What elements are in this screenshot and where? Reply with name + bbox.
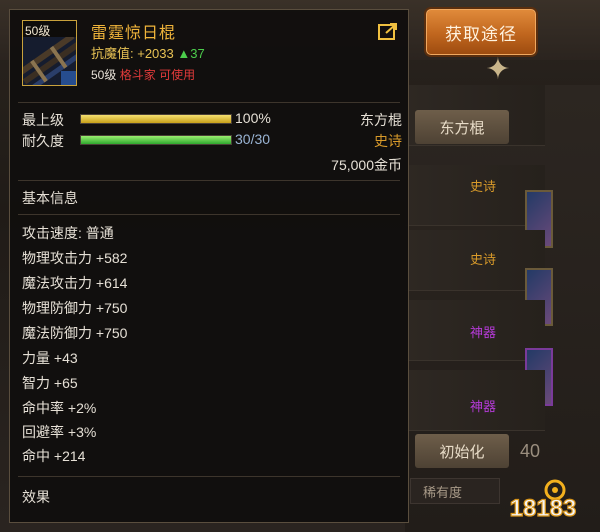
rarity-select[interactable]: 稀有度 bbox=[410, 478, 500, 504]
get-path-button[interactable]: 获取途径 bbox=[426, 9, 536, 55]
partial-number: 40 bbox=[520, 441, 541, 461]
stat-line: 攻击速度: 普通 bbox=[22, 225, 114, 241]
stat-line: 命中 +214 bbox=[22, 448, 86, 464]
stat-line: 物理攻击力 +582 bbox=[22, 250, 128, 266]
stat-line: 回避率 +3% bbox=[22, 424, 97, 440]
stat-line: 命中率 +2% bbox=[22, 400, 97, 416]
requirement: 50级 格斗家 可使用 bbox=[91, 66, 195, 83]
item-tooltip: 50级 雷霆惊日棍 抗魔值: +2033 ▲37 50级 格斗家 可使用 最上级… bbox=[9, 9, 409, 523]
rarity-tag: 史诗 bbox=[470, 179, 497, 194]
stat-line: 力量 +43 bbox=[22, 350, 78, 366]
list-item[interactable] bbox=[405, 165, 545, 226]
upgrade-row: 最上级 100% 东方棍 bbox=[22, 110, 402, 128]
durability-label: 耐久度 bbox=[22, 133, 64, 149]
stat-line: 物理防御力 +750 bbox=[22, 300, 128, 316]
req-level: 50级 bbox=[91, 68, 117, 82]
upgrade-bar bbox=[80, 114, 232, 124]
tooltip-header: 50级 雷霆惊日棍 抗魔值: +2033 ▲37 50级 格斗家 可使用 bbox=[10, 10, 408, 102]
stat-line: 智力 +65 bbox=[22, 375, 78, 391]
rarity-tag: 神器 bbox=[470, 325, 497, 340]
svg-text:18183: 18183 bbox=[510, 495, 577, 520]
upgrade-value: 100% bbox=[235, 110, 271, 126]
sparkle-icon: ✦ bbox=[485, 53, 511, 86]
stat-line: 魔法防御力 +750 bbox=[22, 325, 128, 341]
divider bbox=[18, 180, 400, 181]
stat-line: 魔法攻击力 +614 bbox=[22, 275, 128, 291]
resist-label: 抗魔值: +2033 bbox=[91, 46, 174, 61]
watermark-logo: 18183 bbox=[509, 479, 577, 520]
resist-value: 抗魔值: +2033 ▲37 bbox=[91, 43, 205, 62]
upgrade-bar-fill bbox=[81, 115, 231, 123]
divider bbox=[18, 214, 400, 215]
item-icon: 50级 bbox=[22, 20, 77, 86]
price-row: 75,000金币 bbox=[22, 155, 402, 173]
item-level-badge: 50级 bbox=[25, 24, 51, 38]
durability-row: 耐久度 30/30 史诗 bbox=[22, 131, 402, 149]
durability-bar bbox=[80, 135, 232, 145]
rarity-tag: 神器 bbox=[470, 399, 497, 414]
rarity-tag: 史诗 bbox=[470, 252, 497, 267]
req-class: 格斗家 bbox=[119, 68, 156, 82]
price: 75,000金币 bbox=[331, 157, 402, 173]
durability-value: 30/30 bbox=[235, 131, 271, 147]
section-basic-info: 基本信息 bbox=[22, 190, 78, 206]
rarity-label: 史诗 bbox=[374, 133, 402, 149]
tab-weapon-type[interactable]: 东方棍 bbox=[415, 110, 509, 144]
weapon-type: 东方棍 bbox=[360, 112, 402, 128]
divider bbox=[18, 102, 400, 103]
share-icon[interactable] bbox=[378, 22, 398, 40]
upgrade-label: 最上级 bbox=[22, 112, 64, 128]
staff-icon bbox=[23, 37, 76, 85]
item-name: 雷霆惊日棍 bbox=[91, 25, 177, 42]
section-effect: 效果 bbox=[22, 489, 50, 505]
durability-bar-fill bbox=[81, 136, 231, 144]
init-button[interactable]: 初始化 bbox=[415, 434, 509, 468]
divider bbox=[18, 476, 400, 477]
resist-delta: ▲37 bbox=[177, 46, 205, 61]
req-status: 可使用 bbox=[159, 68, 196, 82]
